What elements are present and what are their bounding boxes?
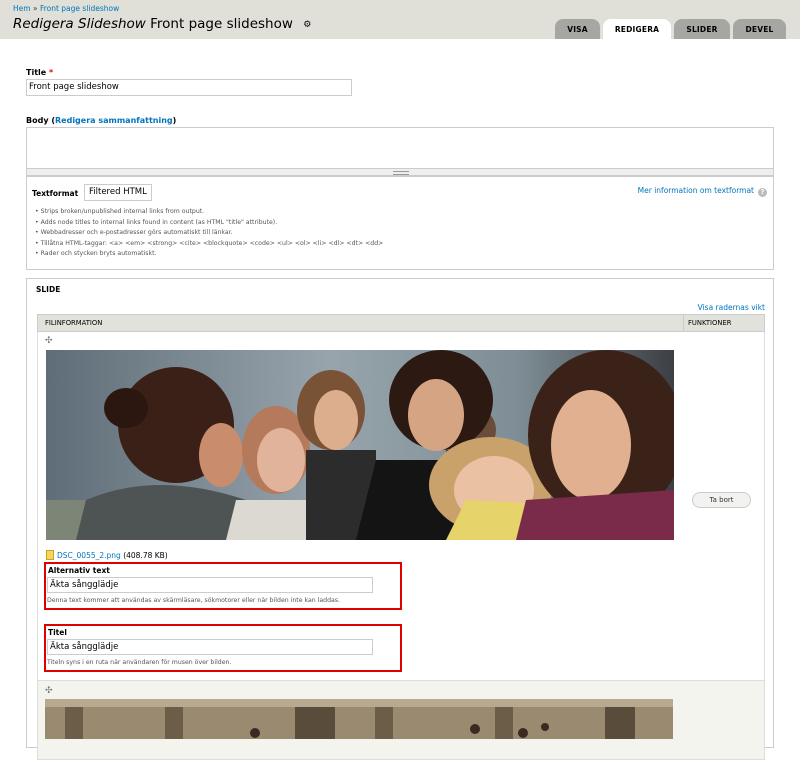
column-header-functions: FUNKTIONER — [688, 319, 732, 327]
breadcrumb-home-link[interactable]: Hem — [13, 4, 31, 13]
alt-text-description: Denna text kommer att användas av skärml… — [47, 597, 340, 604]
required-marker: * — [49, 68, 54, 77]
title-attr-label: Titel — [48, 628, 67, 637]
page-title-text: Front page slideshow — [150, 16, 293, 32]
body-label: Body (Redigera sammanfattning) — [26, 116, 176, 125]
text-format-wrapper: Textformat Filtered HTML Mer information… — [26, 176, 774, 270]
table-row: ✣ — [37, 332, 765, 680]
slide-table-header: FILINFORMATION FUNKTIONER — [37, 314, 765, 332]
slide-image-photo — [46, 350, 674, 540]
slide-legend: SLIDE — [36, 285, 61, 294]
format-tip: Adds node titles to internal links found… — [35, 218, 383, 229]
admin-header: Hem » Front page slideshow Redigera Slid… — [0, 0, 800, 39]
tab-slider[interactable]: SLIDER — [674, 19, 730, 39]
text-format-select[interactable]: Filtered HTML — [84, 184, 152, 201]
breadcrumb: Hem » Front page slideshow — [13, 4, 119, 13]
remove-slide-button[interactable]: Ta bort — [692, 492, 751, 508]
drag-handle-icon[interactable]: ✣ — [45, 686, 53, 696]
slide-fieldset: SLIDE Visa radernas vikt FILINFORMATION … — [26, 278, 774, 760]
slide-image-photo — [45, 699, 673, 739]
format-tips-list: Strips broken/unpublished internal links… — [35, 207, 384, 260]
tab-redigera[interactable]: REDIGERA — [603, 19, 671, 39]
text-format-label: Textformat — [32, 189, 79, 198]
file-info: DSC_0055_2.png (408.78 KB) — [46, 550, 168, 560]
image-file-icon — [46, 550, 54, 560]
file-link[interactable]: DSC_0055_2.png — [57, 551, 121, 560]
format-tip: Strips broken/unpublished internal links… — [35, 207, 383, 218]
text-format-more-info-link[interactable]: Mer information om textformat — [638, 186, 754, 195]
format-tip: Webbadresser och e-postadresser görs aut… — [35, 228, 383, 239]
slide-image — [45, 699, 673, 739]
gear-icon[interactable]: ⚙ — [303, 20, 311, 30]
format-tip: Tillåtna HTML-taggar: <a> <em> <strong> … — [35, 239, 384, 250]
tab-visa[interactable]: VISA — [555, 19, 600, 39]
body-label-text: Body — [26, 116, 49, 125]
column-header-file-info: FILINFORMATION — [45, 319, 103, 327]
page-title-prefix: Redigera Slideshow — [13, 16, 146, 32]
page-title: Redigera Slideshow Front page slideshow … — [13, 16, 311, 32]
file-size: (408.78 KB) — [123, 551, 168, 560]
textarea-resize-handle[interactable] — [26, 169, 774, 176]
title-label-text: Title — [26, 68, 47, 77]
text-format-more-info[interactable]: Mer information om textformat? — [638, 186, 767, 197]
slide-image — [46, 350, 674, 540]
breadcrumb-current-link[interactable]: Front page slideshow — [40, 4, 119, 13]
title-attr-description: Titeln syns i en ruta när användaren för… — [47, 659, 232, 666]
breadcrumb-separator: » — [32, 4, 38, 13]
body-textarea[interactable] — [26, 127, 774, 169]
alt-text-input[interactable]: Äkta sångglädje — [47, 577, 373, 593]
edit-summary-link[interactable]: Redigera sammanfattning — [55, 116, 173, 125]
help-icon[interactable]: ? — [758, 188, 767, 197]
alt-text-label: Alternativ text — [48, 566, 110, 575]
title-input[interactable]: Front page slideshow — [26, 79, 352, 96]
show-row-weights-link[interactable]: Visa radernas vikt — [698, 303, 765, 312]
format-tip: Rader och stycken bryts automatiskt. — [35, 249, 383, 260]
title-attr-input[interactable]: Äkta sångglädje — [47, 639, 373, 655]
table-row: ✣ — [37, 680, 765, 760]
title-label: Title * — [26, 68, 53, 77]
body-label-close-paren: ) — [172, 116, 177, 125]
column-divider — [683, 315, 684, 332]
drag-handle-icon[interactable]: ✣ — [45, 336, 53, 346]
tab-devel[interactable]: DEVEL — [733, 19, 786, 39]
